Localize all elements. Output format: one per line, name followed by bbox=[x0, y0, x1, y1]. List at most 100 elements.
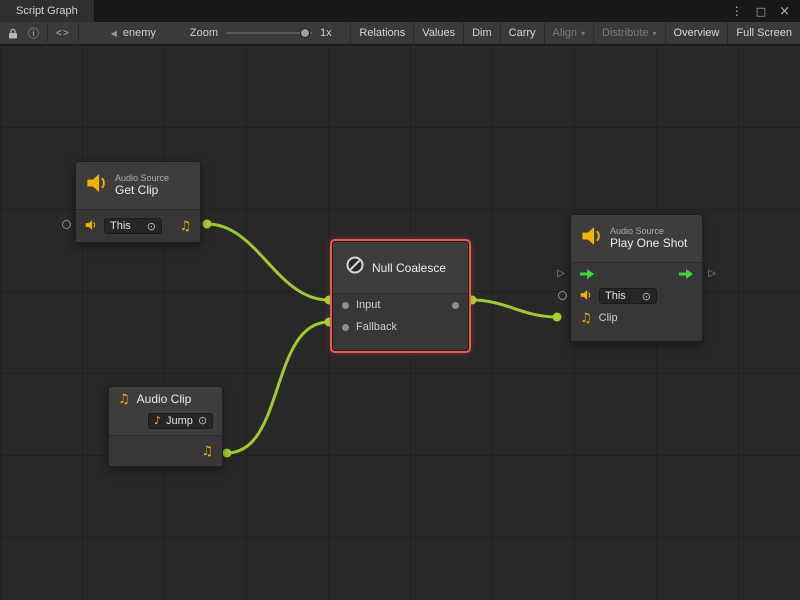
chevron-down-icon: ▾ bbox=[581, 29, 585, 38]
overview-button[interactable]: Overview bbox=[665, 22, 728, 44]
port-row-fallback: Fallback bbox=[333, 316, 468, 338]
chevron-down-icon: ▾ bbox=[653, 29, 657, 38]
script-graph-window: Script Graph ⋮ □ × ⓘ <> ◀ enemy Zoom bbox=[0, 0, 800, 600]
node-play-one-shot[interactable]: Audio Source Play One Shot bbox=[570, 214, 703, 342]
wire-endpoint bbox=[203, 220, 212, 229]
fallback-port[interactable] bbox=[342, 324, 349, 331]
this-field[interactable]: This ⊙ bbox=[104, 218, 162, 234]
code-view-icon[interactable]: <> bbox=[56, 28, 70, 39]
audio-source-icon bbox=[86, 172, 108, 199]
audio-source-icon bbox=[581, 225, 603, 252]
dim-label: Dim bbox=[472, 27, 492, 39]
graph-name-label: enemy bbox=[123, 27, 156, 39]
speaker-icon bbox=[85, 219, 97, 234]
this-input-port[interactable] bbox=[62, 220, 71, 229]
align-label: Align bbox=[553, 27, 577, 39]
tab-bar: Script Graph ⋮ □ × bbox=[0, 0, 800, 22]
node-body: This ⊙ ♫ bbox=[76, 209, 200, 242]
node-title: Get Clip bbox=[115, 184, 169, 198]
align-dropdown[interactable]: Align ▾ bbox=[544, 22, 593, 44]
null-coalesce-icon bbox=[345, 255, 365, 280]
node-title: Audio Clip bbox=[137, 392, 192, 406]
audio-clip-output-icon[interactable]: ♫ bbox=[201, 445, 213, 458]
distribute-dropdown[interactable]: Distribute ▾ bbox=[593, 22, 664, 44]
zoom-slider-knob[interactable] bbox=[300, 28, 310, 38]
port-row-control bbox=[571, 263, 702, 285]
dim-button[interactable]: Dim bbox=[463, 22, 500, 44]
control-enter-arrow-icon[interactable] bbox=[580, 269, 594, 279]
audio-clip-field-value: Jump bbox=[166, 415, 193, 427]
wire-audioclip-to-fallback[interactable] bbox=[227, 322, 329, 453]
object-picker-icon[interactable]: ⊙ bbox=[147, 221, 156, 232]
node-get-clip[interactable]: Audio Source Get Clip This ⊙ ♫ bbox=[75, 161, 201, 243]
control-exit-arrow-icon[interactable] bbox=[679, 269, 693, 279]
clip-input-icon[interactable]: ♫ bbox=[580, 312, 592, 325]
node-header: ♫ Audio Clip bbox=[109, 387, 222, 411]
result-output-port[interactable] bbox=[452, 302, 459, 309]
full-screen-label: Full Screen bbox=[736, 27, 792, 39]
zoom-value: 1x bbox=[320, 27, 332, 39]
control-output-port[interactable]: ▷ bbox=[708, 269, 716, 279]
speaker-icon bbox=[580, 289, 592, 304]
wire-result-to-clip[interactable] bbox=[472, 300, 557, 317]
window-menu-icon[interactable]: ⋮ bbox=[731, 4, 743, 18]
node-padding bbox=[333, 338, 468, 350]
node-header: Audio Source Play One Shot bbox=[571, 215, 702, 262]
wire-endpoint bbox=[553, 313, 562, 322]
node-audio-clip[interactable]: ♫ Audio Clip ♪ Jump ⊙ ♫ bbox=[108, 386, 223, 467]
fallback-port-label: Fallback bbox=[356, 321, 397, 333]
node-null-coalesce[interactable]: Null Coalesce Input Fallback bbox=[332, 241, 469, 351]
tab-title: Script Graph bbox=[16, 5, 78, 17]
this-field[interactable]: This ⊙ bbox=[599, 288, 657, 304]
node-body: This ⊙ ♫ Clip bbox=[571, 262, 702, 341]
clip-port-label: Clip bbox=[599, 312, 618, 324]
info-icon[interactable]: ⓘ bbox=[28, 25, 39, 41]
note-icon: ♪ bbox=[154, 415, 161, 426]
carry-button[interactable]: Carry bbox=[500, 22, 544, 44]
tab-script-graph[interactable]: Script Graph bbox=[0, 0, 95, 22]
audio-clip-field[interactable]: ♪ Jump ⊙ bbox=[148, 413, 213, 429]
this-input-port[interactable] bbox=[558, 291, 567, 300]
close-icon[interactable]: × bbox=[779, 4, 790, 19]
wire-getclip-to-input[interactable] bbox=[207, 224, 329, 300]
node-title: Null Coalesce bbox=[372, 261, 446, 275]
port-row-output: ♫ bbox=[109, 436, 222, 466]
node-body: ♫ bbox=[109, 435, 222, 466]
relations-label: Relations bbox=[359, 27, 405, 39]
zoom-slider[interactable] bbox=[226, 27, 312, 39]
graph-toolbar: ⓘ <> ◀ enemy Zoom 1x Relations Values Di… bbox=[0, 22, 800, 45]
toolbar-left-icons: ⓘ bbox=[0, 22, 47, 44]
toolbar-separator bbox=[78, 24, 79, 42]
this-field-value: This bbox=[605, 290, 637, 302]
input-port[interactable] bbox=[342, 302, 349, 309]
node-body: Input Fallback bbox=[333, 293, 468, 350]
zoom-label: Zoom bbox=[190, 27, 218, 39]
carry-label: Carry bbox=[509, 27, 536, 39]
lock-icon[interactable] bbox=[8, 28, 18, 39]
object-picker-icon[interactable]: ⊙ bbox=[198, 415, 207, 426]
breadcrumb-icon: ◀ bbox=[111, 29, 117, 38]
toolbar-spacer bbox=[342, 22, 351, 44]
port-row-this: This ⊙ ♫ bbox=[76, 210, 200, 242]
input-port-label: Input bbox=[356, 299, 380, 311]
port-row-clip: ♫ Clip bbox=[571, 307, 702, 329]
audio-clip-output-icon[interactable]: ♫ bbox=[179, 220, 191, 233]
distribute-label: Distribute bbox=[602, 27, 648, 39]
relations-button[interactable]: Relations bbox=[350, 22, 413, 44]
object-picker-icon[interactable]: ⊙ bbox=[642, 291, 651, 302]
tabbar-spacer bbox=[95, 0, 731, 22]
port-row-this: This ⊙ bbox=[571, 285, 702, 307]
zoom-control: Zoom 1x bbox=[180, 22, 342, 44]
maximize-icon[interactable]: □ bbox=[756, 5, 766, 18]
node-padding bbox=[571, 329, 702, 341]
full-screen-button[interactable]: Full Screen bbox=[727, 22, 800, 44]
wire-endpoint bbox=[223, 449, 232, 458]
value-field-row: ♪ Jump ⊙ bbox=[109, 411, 222, 435]
overview-label: Overview bbox=[674, 27, 720, 39]
graph-canvas[interactable]: Audio Source Get Clip This ⊙ ♫ bbox=[0, 45, 800, 600]
control-input-port[interactable]: ▷ bbox=[557, 269, 565, 279]
port-row-input: Input bbox=[333, 294, 468, 316]
values-button[interactable]: Values bbox=[413, 22, 463, 44]
this-field-value: This bbox=[110, 220, 142, 232]
graph-breadcrumb[interactable]: ◀ enemy bbox=[101, 22, 166, 44]
